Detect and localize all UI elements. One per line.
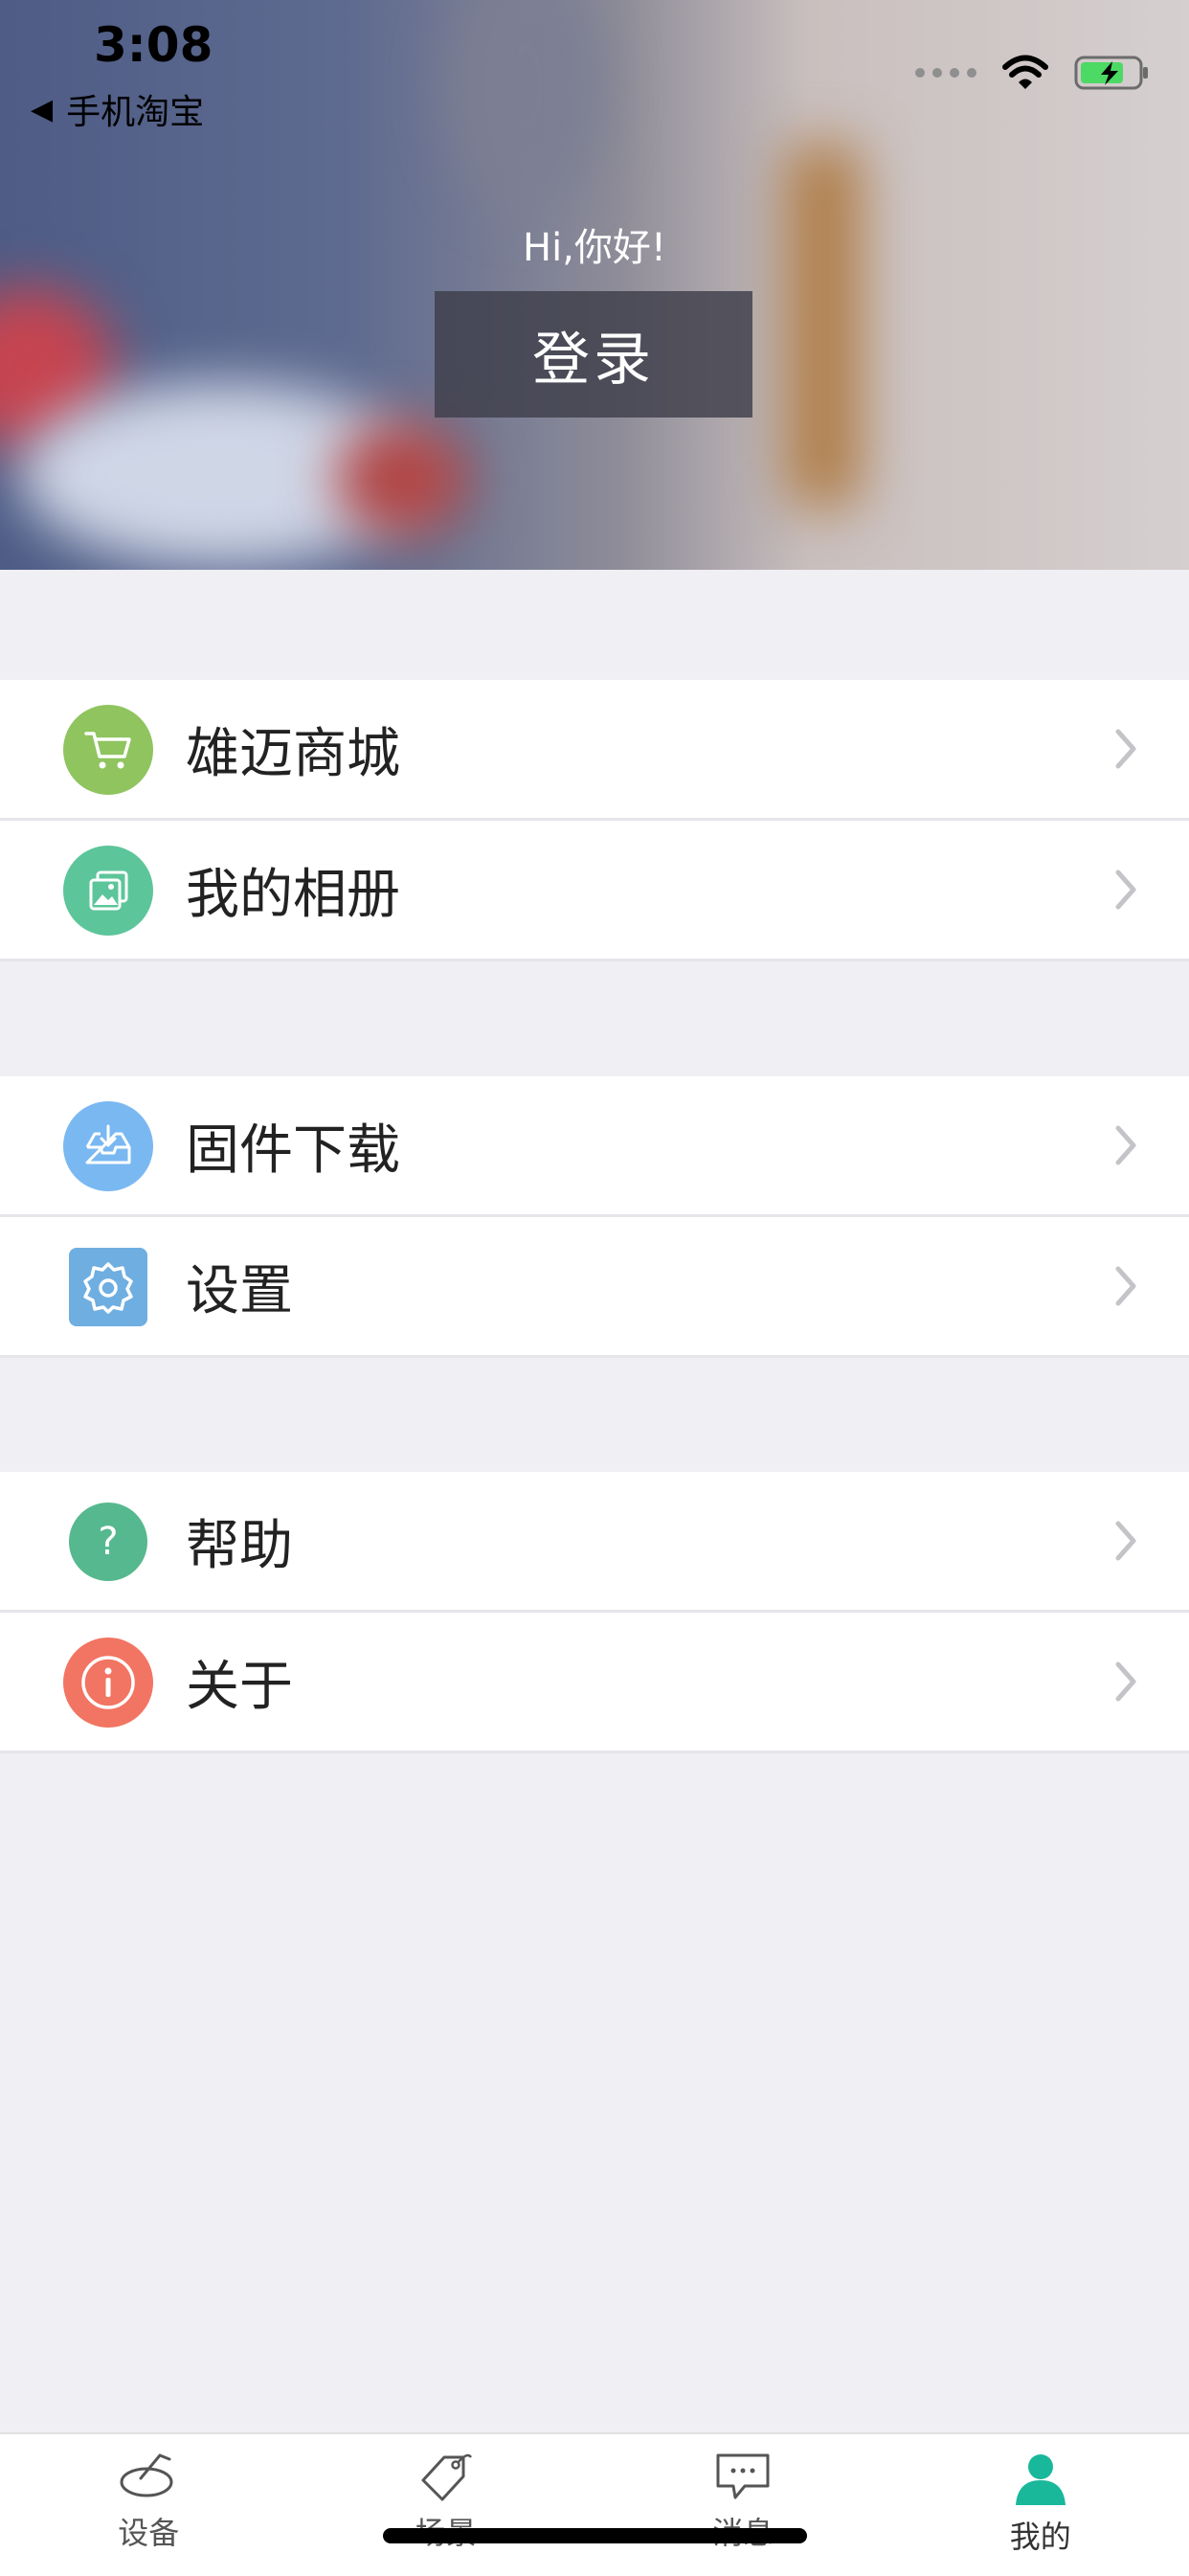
menu-item-label: 固件下载 bbox=[186, 1107, 400, 1185]
chevron-right-icon bbox=[1112, 1520, 1139, 1562]
wifi-icon bbox=[1001, 55, 1049, 91]
chevron-right-icon bbox=[1112, 1265, 1139, 1307]
tab-label: 设备 bbox=[118, 2509, 179, 2553]
person-icon bbox=[1010, 2450, 1071, 2507]
menu-item-label: 雄迈商城 bbox=[186, 711, 400, 788]
login-button[interactable]: 登录 bbox=[435, 291, 752, 418]
help-icon: ? bbox=[69, 1503, 147, 1581]
menu-item-about[interactable]: 关于 bbox=[0, 1610, 1189, 1753]
menu-item-help[interactable]: ? 帮助 bbox=[0, 1472, 1189, 1610]
background-blob bbox=[335, 421, 469, 536]
chevron-right-icon bbox=[1112, 728, 1139, 770]
menu-item-label: 设置 bbox=[186, 1248, 293, 1325]
menu-item-settings[interactable]: 设置 bbox=[0, 1214, 1189, 1358]
menu-item-label: 帮助 bbox=[186, 1503, 293, 1580]
greeting-text: Hi,你好! bbox=[0, 216, 1189, 272]
background-blob bbox=[785, 144, 862, 508]
gear-icon bbox=[69, 1248, 147, 1326]
battery-charging-icon bbox=[1074, 54, 1151, 92]
menu-group-shop: 雄迈商城 我的相册 bbox=[0, 680, 1189, 961]
tab-message[interactable]: 消息 bbox=[594, 2434, 892, 2576]
menu-item-album[interactable]: 我的相册 bbox=[0, 818, 1189, 961]
profile-header: 3:08 ◀ 手机淘宝 Hi,你好! 登录 bbox=[0, 0, 1189, 570]
album-icon bbox=[63, 846, 153, 936]
menu-group-support: ? 帮助 关于 bbox=[0, 1472, 1189, 1753]
cellular-signal-icon bbox=[915, 68, 976, 78]
menu-group-device: 固件下载 设置 bbox=[0, 1076, 1189, 1358]
tab-scene[interactable]: 场景 bbox=[298, 2434, 595, 2576]
background-blob bbox=[450, 0, 603, 211]
device-icon bbox=[118, 2450, 179, 2503]
menu-item-label: 我的相册 bbox=[186, 851, 400, 929]
back-arrow-icon: ◀ bbox=[31, 93, 53, 126]
home-indicator[interactable] bbox=[383, 2528, 807, 2543]
chevron-right-icon bbox=[1112, 1124, 1139, 1166]
menu-item-firmware-download[interactable]: 固件下载 bbox=[0, 1076, 1189, 1214]
tag-icon bbox=[415, 2450, 477, 2503]
tab-label: 我的 bbox=[1010, 2513, 1071, 2557]
download-tray-icon bbox=[63, 1101, 153, 1191]
status-indicators bbox=[915, 54, 1151, 92]
menu-item-label: 关于 bbox=[186, 1643, 293, 1721]
tab-device[interactable]: 设备 bbox=[0, 2434, 298, 2576]
info-icon bbox=[63, 1638, 153, 1728]
back-to-app-link[interactable]: ◀ 手机淘宝 bbox=[31, 84, 204, 134]
back-app-label: 手机淘宝 bbox=[66, 84, 204, 134]
message-icon bbox=[712, 2450, 774, 2503]
tab-mine[interactable]: 我的 bbox=[892, 2434, 1189, 2576]
menu-item-mall[interactable]: 雄迈商城 bbox=[0, 680, 1189, 818]
tab-bar: 设备 场景 消息 我的 bbox=[0, 2432, 1189, 2576]
status-time: 3:08 bbox=[94, 17, 213, 73]
cart-icon bbox=[63, 705, 153, 795]
chevron-right-icon bbox=[1112, 1661, 1139, 1703]
chevron-right-icon bbox=[1112, 869, 1139, 911]
